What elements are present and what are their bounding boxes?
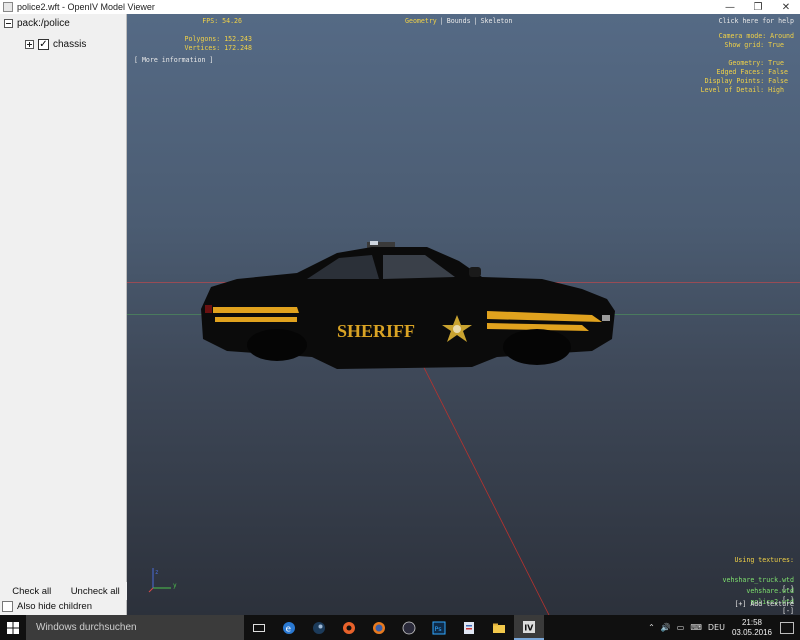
volume-icon[interactable]: 🔊 — [658, 623, 674, 632]
start-button[interactable] — [0, 615, 26, 640]
tree-item-root[interactable]: pack:/police — [4, 18, 70, 29]
sheriff-car-model: SHERIFF — [201, 241, 615, 369]
windows-logo-icon — [7, 621, 19, 634]
edge-icon: e — [283, 621, 295, 634]
also-hide-children-option[interactable]: Also hide children — [2, 601, 92, 612]
vertices-readout: Vertices: 172.248 — [184, 44, 253, 52]
obs-icon — [402, 621, 416, 634]
file-explorer-button[interactable] — [484, 615, 514, 640]
model-viewport[interactable]: SHERIFF FPS: 54.26 Polygons: 152.243 Ver… — [127, 14, 800, 615]
help-link[interactable]: Click here for help — [719, 17, 794, 26]
close-button[interactable]: ✕ — [772, 0, 800, 14]
check-buttons: Check all Uncheck all — [0, 582, 127, 600]
keyboard-icon[interactable]: ⌨ — [687, 623, 705, 632]
clock[interactable]: 21:58 03.05.2016 — [728, 618, 780, 638]
tree-root-label: pack:/police — [17, 18, 70, 29]
polygons-readout: Polygons: 152.243 — [184, 35, 253, 43]
pinned-apps: e Ps IV — [244, 615, 544, 640]
using-textures-label: Using textures: — [734, 556, 794, 564]
view-tabs: Geometry | Bounds | Skeleton — [405, 17, 512, 26]
also-hide-children-checkbox[interactable] — [2, 601, 13, 612]
tool-button[interactable] — [454, 615, 484, 640]
model-tree-panel: pack:/police ✓ chassis Check all Uncheck… — [0, 14, 127, 615]
side-mirror — [469, 267, 481, 277]
add-texture-button[interactable]: [+] Add texture — [734, 600, 794, 609]
firefox-icon — [373, 621, 385, 634]
uncheck-all-button[interactable]: Uncheck all — [63, 582, 127, 600]
taskbar: Windows durchsuchen e Ps IV ⌃ 🔊 ▭ ⌨ DEU … — [0, 615, 800, 640]
sheriff-lettering: SHERIFF — [337, 321, 415, 341]
tab-bounds[interactable]: Bounds — [447, 17, 471, 26]
svg-text:e: e — [286, 624, 292, 634]
axis-y-label: y — [173, 582, 177, 589]
origin-icon — [343, 621, 355, 634]
openiv-button[interactable]: IV — [514, 615, 544, 640]
folder-icon — [493, 623, 505, 633]
rear-stripe-top — [213, 307, 299, 313]
chassis-checkbox[interactable]: ✓ — [38, 39, 49, 50]
origin-button[interactable] — [334, 615, 364, 640]
photoshop-button[interactable]: Ps — [424, 615, 454, 640]
rear-wheel — [247, 329, 307, 361]
front-wheel — [503, 329, 571, 365]
also-hide-children-label: Also hide children — [17, 601, 92, 612]
tree-child-label: chassis — [53, 39, 87, 50]
clock-time: 21:58 — [741, 617, 762, 627]
task-view-icon — [253, 623, 265, 632]
taskbar-search-input[interactable]: Windows durchsuchen — [26, 615, 244, 640]
rear-stripe-bottom — [215, 317, 297, 322]
camera-mode-setting[interactable]: Camera mode: Around — [719, 32, 794, 41]
head-light — [602, 315, 610, 321]
collapse-icon[interactable] — [4, 19, 13, 28]
photoshop-icon: Ps — [432, 621, 446, 634]
tab-geometry[interactable]: Geometry — [405, 17, 437, 26]
fps-readout: FPS: 54.26 — [202, 17, 242, 25]
minimize-button[interactable]: — — [716, 0, 744, 14]
notification-icon[interactable] — [780, 621, 794, 634]
geometry-setting[interactable]: Geometry: True — [728, 59, 784, 68]
svg-text:IV: IV — [524, 623, 534, 632]
more-information-link[interactable]: [ More information ] — [134, 56, 213, 65]
app-icon — [3, 2, 13, 12]
window-title: police2.wft - OpenIV Model Viewer — [17, 2, 155, 12]
level-of-detail-setting[interactable]: Level of Detail: High — [701, 86, 784, 95]
tree-item-chassis[interactable]: ✓ chassis — [25, 39, 86, 50]
display-points-setting[interactable]: Display Points: False — [705, 77, 788, 86]
edged-faces-setting[interactable]: Edged Faces: False — [717, 68, 788, 77]
light-bar-lens — [370, 241, 378, 245]
tab-skeleton[interactable]: Skeleton — [481, 17, 513, 26]
check-all-button[interactable]: Check all — [0, 582, 64, 600]
clock-date: 03.05.2016 — [731, 627, 772, 637]
maximize-button[interactable]: ❐ — [744, 0, 772, 14]
firefox-button[interactable] — [364, 615, 394, 640]
document-tool-icon — [464, 621, 474, 634]
edge-button[interactable]: e — [274, 615, 304, 640]
title-bar: police2.wft - OpenIV Model Viewer — ❐ ✕ — [0, 0, 800, 14]
chevron-up-icon[interactable]: ⌃ — [645, 623, 658, 632]
tab-separator-2: | — [473, 17, 478, 25]
obs-button[interactable] — [394, 615, 424, 640]
axis-z-label: z — [155, 569, 159, 576]
tail-light — [205, 305, 212, 313]
steam-icon — [313, 621, 325, 634]
system-tray: ⌃ 🔊 ▭ ⌨ DEU 21:58 03.05.2016 — [645, 615, 800, 640]
task-view-button[interactable] — [244, 615, 274, 640]
openiv-icon: IV — [523, 620, 535, 633]
svg-text:Ps: Ps — [435, 625, 443, 633]
network-icon[interactable]: ▭ — [674, 623, 688, 632]
expand-icon[interactable] — [25, 40, 34, 49]
show-grid-setting[interactable]: Show grid: True — [724, 41, 784, 50]
language-indicator[interactable]: DEU — [705, 623, 728, 632]
tab-separator: | — [439, 17, 444, 25]
axis-gizmo: z y — [148, 568, 177, 593]
steam-button[interactable] — [304, 615, 334, 640]
